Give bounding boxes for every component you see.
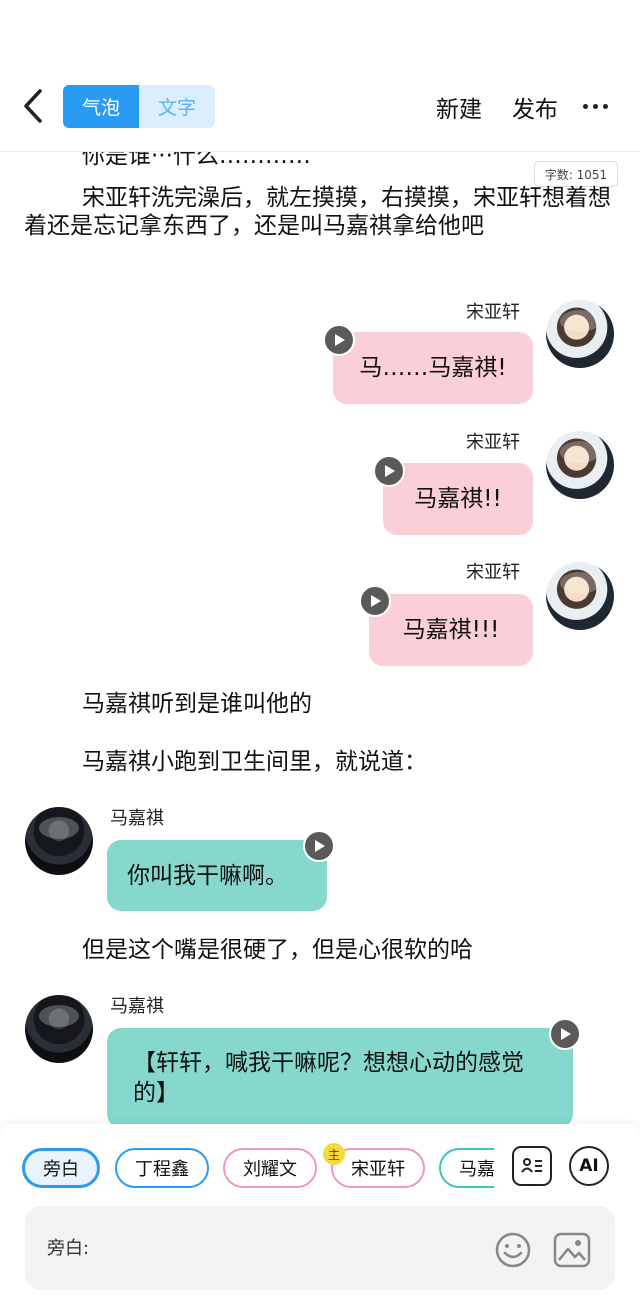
play-icon xyxy=(335,334,345,346)
chevron-left-icon xyxy=(24,89,42,123)
emoji-icon[interactable] xyxy=(495,1232,531,1268)
main-character-badge: 主 xyxy=(323,1143,345,1165)
play-button[interactable] xyxy=(359,585,391,617)
message-bubble[interactable]: 你叫我干嘛啊。 xyxy=(107,840,327,911)
tab-text[interactable]: 文字 xyxy=(139,85,215,128)
mode-toggle: 气泡 文字 xyxy=(63,85,215,128)
top-bar: 气泡 文字 新建 发布 xyxy=(0,0,640,152)
more-dots-icon xyxy=(583,104,588,109)
play-button[interactable] xyxy=(303,830,335,862)
publish-button[interactable]: 发布 xyxy=(512,90,558,124)
avatar[interactable] xyxy=(546,300,614,368)
story-content[interactable]: 你是谁···什么………… 字数: 1051 宋亚轩洗完澡后，就左摸摸，右摸摸，宋… xyxy=(0,152,640,1124)
message-speaker: 马嘉祺 xyxy=(110,996,164,1017)
avatar[interactable] xyxy=(25,807,93,875)
narration-4[interactable]: 但是这个嘴是很硬了，但是心很软的哈 xyxy=(82,936,640,964)
character-chips[interactable]: 旁白 丁程鑫 刘耀文 宋亚轩 马嘉祺 xyxy=(0,1148,494,1188)
message-text: 马……马嘉祺! xyxy=(359,355,507,381)
message-speaker: 宋亚轩 xyxy=(466,302,520,323)
chip-liu-yaowen[interactable]: 刘耀文 xyxy=(223,1148,317,1188)
message-bubble[interactable]: 马……马嘉祺! xyxy=(333,332,533,404)
more-button[interactable] xyxy=(583,104,608,109)
message-text: 你叫我干嘛啊。 xyxy=(127,862,288,889)
play-button[interactable] xyxy=(549,1018,581,1050)
chip-narrator[interactable]: 旁白 xyxy=(22,1148,100,1188)
avatar[interactable] xyxy=(546,431,614,499)
message-bubble[interactable]: 【轩轩，喊我干嘛呢？想想心动的感觉的】 xyxy=(107,1028,573,1124)
tab-bubble[interactable]: 气泡 xyxy=(63,85,139,128)
message-input[interactable]: 旁白: xyxy=(25,1206,615,1290)
input-placeholder: 旁白: xyxy=(47,1238,90,1259)
avatar[interactable] xyxy=(546,562,614,630)
narration-3[interactable]: 马嘉祺小跑到卫生间里，就说道： xyxy=(82,748,640,776)
image-icon[interactable] xyxy=(553,1232,591,1268)
message-bubble[interactable]: 马嘉祺!!! xyxy=(369,594,533,666)
play-icon xyxy=(561,1028,571,1040)
chip-ma-jiaqi[interactable]: 马嘉祺 xyxy=(439,1148,494,1188)
narration-2[interactable]: 马嘉祺听到是谁叫他的 xyxy=(82,690,640,718)
ai-button[interactable]: AI xyxy=(569,1146,609,1186)
message-speaker: 马嘉祺 xyxy=(110,808,164,829)
message-bubble[interactable]: 马嘉祺!! xyxy=(383,463,533,535)
message-speaker: 宋亚轩 xyxy=(466,432,520,453)
play-button[interactable] xyxy=(373,455,405,487)
avatar[interactable] xyxy=(25,995,93,1063)
chip-song-yaxuan[interactable]: 宋亚轩 xyxy=(331,1148,425,1188)
message-text: 马嘉祺!! xyxy=(414,486,502,512)
message-text: 马嘉祺!!! xyxy=(402,617,500,643)
message-speaker: 宋亚轩 xyxy=(466,562,520,583)
composer-panel: 旁白 丁程鑫 刘耀文 宋亚轩 马嘉祺 主 AI 旁白: xyxy=(0,1124,640,1316)
play-icon xyxy=(315,840,325,852)
play-icon xyxy=(371,595,381,607)
narration-partial: 你是谁···什么………… xyxy=(82,152,311,169)
character-card-button[interactable] xyxy=(512,1146,552,1186)
play-icon xyxy=(385,465,395,477)
play-button[interactable] xyxy=(323,324,355,356)
character-card-icon xyxy=(521,1158,542,1173)
new-button[interactable]: 新建 xyxy=(436,90,482,124)
message-text: 【轩轩，喊我干嘛呢？想想心动的感觉的】 xyxy=(133,1050,524,1106)
chip-ding-chengxin[interactable]: 丁程鑫 xyxy=(115,1148,209,1188)
narration-1[interactable]: 宋亚轩洗完澡后，就左摸摸，右摸摸，宋亚轩想着想着还是忘记拿东西了，还是叫马嘉祺拿… xyxy=(24,184,614,240)
back-button[interactable] xyxy=(18,88,48,124)
